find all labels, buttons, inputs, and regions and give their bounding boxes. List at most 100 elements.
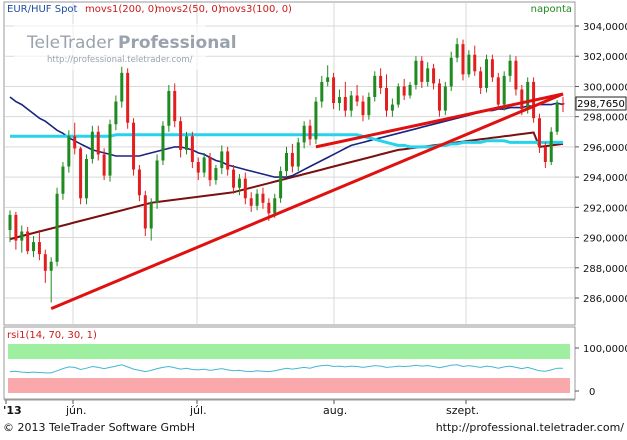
price-tick-label: 298,0000 [583, 113, 627, 124]
candle-body [320, 81, 324, 102]
candle-body [561, 103, 565, 105]
candle-body [79, 148, 83, 199]
candle-body [232, 169, 236, 188]
price-tick-label: 288,0000 [583, 264, 627, 275]
candle-body [255, 193, 259, 206]
price-tick-label: 300,0000 [583, 82, 627, 93]
candle-body [132, 122, 136, 170]
candle-body [302, 125, 306, 143]
candle [108, 119, 112, 182]
candle-body [290, 152, 294, 167]
x-label-year: '13 [3, 404, 22, 417]
candle-body [279, 171, 283, 199]
candle-body [67, 136, 71, 167]
candle-body [96, 131, 100, 155]
candle-body [220, 151, 224, 169]
period-label: naponta [531, 4, 572, 15]
candle-body [526, 81, 530, 110]
candle-body [43, 254, 47, 271]
candle-body [214, 168, 218, 181]
watermark-url: http://professional.teletrader.com/ [47, 55, 193, 65]
candle-body [414, 60, 418, 85]
candle-body [514, 60, 518, 90]
candle-body [184, 136, 188, 150]
price-tick-label: 302,0000 [583, 52, 627, 63]
candle-body [543, 146, 547, 162]
candle-body [261, 193, 265, 203]
candle-body [73, 136, 77, 149]
price-tick-label: 292,0000 [583, 203, 627, 214]
price-tick-label: 294,0000 [583, 173, 627, 184]
candle-body [202, 157, 206, 173]
candle-body [20, 231, 24, 241]
candle-body [90, 131, 94, 159]
candle-body [520, 89, 524, 110]
candle-body [455, 44, 459, 58]
candle-body [502, 75, 506, 105]
price-axis: 304,0000 302,0000 300,0000 298,0000 296,0000… [575, 22, 627, 305]
candle [67, 130, 71, 173]
price-tick-label: 286,0000 [583, 294, 627, 305]
candle-body [367, 97, 371, 116]
watermark: TeleTrader Professional http://professio… [14, 24, 237, 70]
candle-body [390, 104, 394, 111]
candle-body [14, 214, 18, 241]
footer-url[interactable]: http://professional.teletrader.com/ [436, 421, 625, 434]
candle [126, 68, 130, 129]
candle-body [179, 121, 183, 150]
candle-body [361, 101, 365, 116]
candle-body [461, 44, 465, 75]
candle-body [402, 86, 406, 96]
candle-body [396, 86, 400, 105]
chart-window: 304,0000 302,0000 300,0000 298,0000 296,0000… [0, 0, 627, 436]
candle [396, 83, 400, 108]
candle-body [355, 95, 359, 102]
candle [84, 154, 88, 205]
candle-body [237, 178, 241, 188]
candle-body [437, 83, 441, 111]
candle-body [161, 125, 165, 161]
candle-body [126, 72, 130, 123]
footer-copyright: © 2013 TeleTrader Software GmbH [3, 421, 195, 434]
candle-body [420, 60, 424, 82]
candle-body [432, 68, 436, 84]
x-label-jun: jún. [65, 404, 87, 417]
candle-body [273, 198, 277, 214]
chart-svg: 304,0000 302,0000 300,0000 298,0000 296,0000… [3, 1, 627, 434]
price-tick-label: 290,0000 [583, 234, 627, 245]
candle-body [449, 57, 453, 87]
candle-body [190, 136, 194, 162]
rsi-overbought-zone [8, 344, 570, 359]
candle-body [485, 59, 489, 88]
candle-body [226, 151, 230, 170]
price-tick-label: 296,0000 [583, 143, 627, 154]
watermark-brand-light: TeleTrader [26, 33, 114, 53]
x-label-jul: júl. [189, 404, 207, 417]
rsi-tick-100: 100,0000 [583, 344, 627, 355]
candle [296, 137, 300, 172]
last-value-flag: 298,7650 [575, 96, 627, 111]
candle-body [32, 242, 36, 252]
rsi-axis: 100,0000 0 [575, 344, 627, 398]
last-value: 298,7650 [577, 99, 625, 110]
candle [120, 66, 124, 108]
candle-body [243, 178, 247, 199]
candle-body [61, 166, 65, 194]
candle-body [249, 198, 253, 206]
candle-body [84, 158, 88, 199]
rsi-oversold-zone [8, 378, 570, 393]
candle-body [55, 193, 59, 262]
candle-body [385, 87, 389, 111]
candle-body [443, 86, 447, 111]
candle-body [549, 131, 553, 162]
candle [549, 127, 553, 166]
candle-body [496, 77, 500, 105]
rsi-label: rsi1(14, 70, 30, 1) [7, 330, 97, 341]
ma1-label: movs1(200, 0) [85, 4, 158, 15]
candle [79, 146, 83, 205]
candle-body [37, 242, 41, 255]
x-label-aug: aug. [323, 404, 347, 417]
candle-body [49, 261, 53, 271]
ma3-label: movs3(100, 0) [219, 4, 292, 15]
candle-body [426, 68, 430, 82]
